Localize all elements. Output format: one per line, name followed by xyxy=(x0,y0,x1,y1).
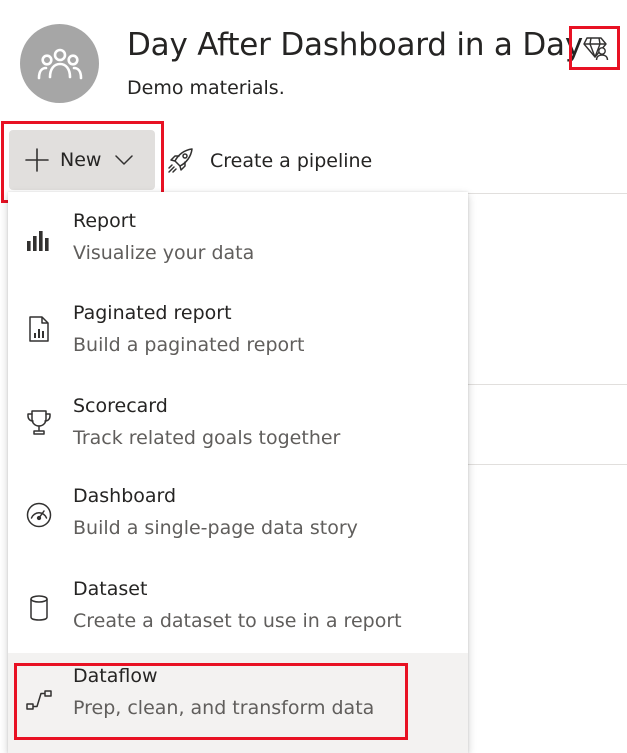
workspace-description: Demo materials. xyxy=(127,77,285,99)
new-item-menu: Report Visualize your data Paginated rep… xyxy=(8,192,468,753)
menu-item-title: Dataset xyxy=(73,578,148,600)
dataflow-icon xyxy=(24,685,54,715)
menu-item-title: Paginated report xyxy=(73,302,232,324)
premium-icon[interactable] xyxy=(575,30,615,66)
divider xyxy=(465,464,627,465)
new-button[interactable]: New xyxy=(9,130,155,190)
menu-item-title: Report xyxy=(73,210,136,232)
menu-item-report[interactable]: Report Visualize your data xyxy=(8,192,468,284)
premium-diamond-user-icon xyxy=(583,37,609,61)
gauge-icon xyxy=(24,500,54,530)
menu-item-dataflow[interactable]: Dataflow Prep, clean, and transform data xyxy=(8,653,468,753)
menu-item-dashboard[interactable]: Dashboard Build a single-page data story xyxy=(8,469,468,561)
menu-item-subtitle: Build a single-page data story xyxy=(73,517,358,539)
rocket-icon xyxy=(168,148,193,173)
chevron-down-icon xyxy=(115,155,134,165)
plus-icon xyxy=(25,148,49,172)
menu-item-subtitle: Build a paginated report xyxy=(73,334,305,356)
menu-item-title: Dataflow xyxy=(73,665,158,687)
cylinder-icon xyxy=(24,593,54,623)
create-pipeline-button[interactable]: Create a pipeline xyxy=(166,140,372,182)
group-icon xyxy=(37,48,82,79)
paginated-report-icon xyxy=(24,314,54,344)
workspace-avatar xyxy=(20,24,99,103)
trophy-icon xyxy=(24,407,54,437)
menu-item-subtitle: Prep, clean, and transform data xyxy=(73,697,375,719)
bar-chart-icon xyxy=(24,225,54,255)
menu-item-subtitle: Visualize your data xyxy=(73,242,255,264)
menu-item-subtitle: Create a dataset to use in a report xyxy=(73,610,402,632)
menu-item-title: Scorecard xyxy=(73,395,168,417)
menu-item-dataset[interactable]: Dataset Create a dataset to use in a rep… xyxy=(8,561,468,653)
divider xyxy=(465,384,627,385)
menu-item-title: Dashboard xyxy=(73,485,177,507)
create-pipeline-label: Create a pipeline xyxy=(210,150,373,172)
divider xyxy=(465,193,627,194)
menu-item-paginated-report[interactable]: Paginated report Build a paginated repor… xyxy=(8,284,468,376)
menu-item-subtitle: Track related goals together xyxy=(73,427,341,449)
new-button-label: New xyxy=(60,149,102,171)
workspace-title: Day After Dashboard in a Day xyxy=(127,27,583,63)
menu-item-scorecard[interactable]: Scorecard Track related goals together xyxy=(8,376,468,468)
